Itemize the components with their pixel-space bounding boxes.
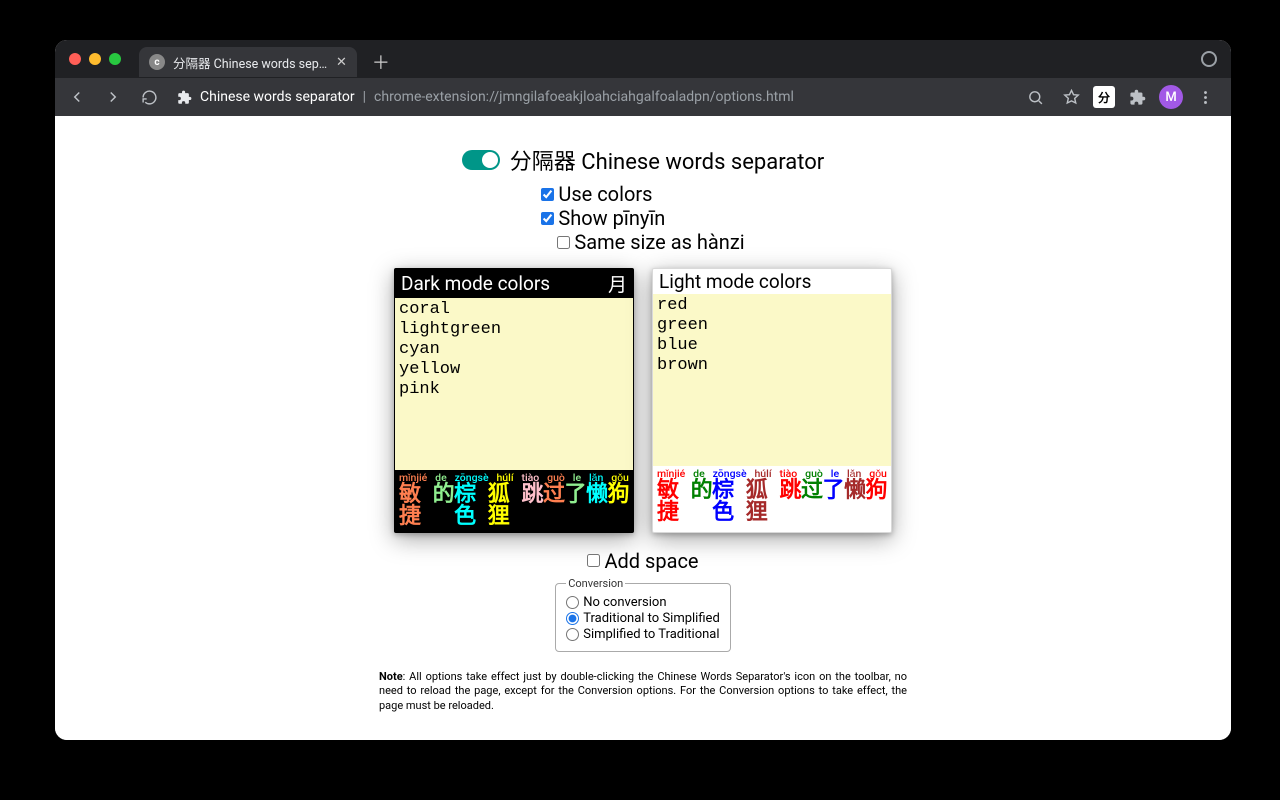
hanzi-seg: 狐狸: [746, 480, 780, 524]
extension-icon: [177, 90, 192, 105]
hanzi-seg: 跳: [779, 480, 801, 524]
show-pinyin-label: Show pīnyīn: [558, 206, 665, 230]
note-paragraph: Note: All options take effect just by do…: [379, 670, 907, 715]
conversion-none-radio[interactable]: [566, 596, 579, 609]
hanzi-seg: 狗: [866, 480, 888, 524]
conversion-none-label: No conversion: [583, 595, 666, 610]
bookmark-icon[interactable]: [1057, 83, 1085, 111]
hanzi-seg: 过: [801, 480, 823, 524]
forward-button[interactable]: [99, 83, 127, 111]
conversion-none-row[interactable]: No conversion: [566, 595, 720, 610]
conversion-fieldset: Conversion No conversion Traditional to …: [555, 577, 731, 652]
search-icon[interactable]: [1021, 83, 1049, 111]
note-label: Note: [379, 670, 403, 683]
same-size-checkbox[interactable]: [557, 236, 570, 249]
conversion-t2s-row[interactable]: Traditional to Simplified: [566, 611, 720, 626]
cws-extension-icon[interactable]: 分: [1093, 86, 1115, 108]
toolbar: Chinese words separator | chrome-extensi…: [55, 78, 1231, 116]
same-size-label: Same size as hànzi: [574, 230, 744, 254]
hanzi-seg: 敏捷: [399, 484, 433, 528]
tab-favicon: c: [149, 54, 165, 70]
dark-preview: mǐnjié de zōngsè húlí tiào guò le lǎn gǒ…: [395, 470, 633, 532]
hanzi-seg: 了: [564, 484, 586, 528]
hanzi-seg: 狐狸: [488, 484, 522, 528]
hanzi-seg: 狗: [608, 484, 630, 528]
conversion-legend: Conversion: [566, 577, 625, 590]
extensions-icon[interactable]: [1123, 83, 1151, 111]
hanzi-seg: 了: [822, 480, 844, 524]
note-text: : All options take effect just by double…: [379, 670, 907, 713]
light-preview: mǐnjié de zōngsè húlí tiào guò le lǎn gǒ…: [653, 466, 891, 528]
main-toggle-row: 分隔器 Chinese words separator: [462, 144, 824, 176]
reload-button[interactable]: [135, 83, 163, 111]
show-pinyin-checkbox[interactable]: [541, 212, 554, 225]
kebab-menu-icon[interactable]: [1191, 83, 1219, 111]
tab-bar: c 分隔器 Chinese words separator ✕ ＋: [55, 40, 1231, 78]
close-tab-icon[interactable]: ✕: [336, 55, 347, 70]
add-space-row[interactable]: Add space: [587, 549, 698, 573]
hanzi-seg: 懒: [586, 484, 608, 528]
same-size-row[interactable]: Same size as hànzi: [557, 230, 744, 254]
conversion-s2t-row[interactable]: Simplified to Traditional: [566, 627, 720, 642]
new-tab-button[interactable]: ＋: [369, 50, 393, 74]
page-content: 分隔器 Chinese words separator Use colors S…: [55, 116, 1231, 740]
hanzi-seg: 懒: [844, 480, 866, 524]
tab-search-button[interactable]: [1201, 51, 1217, 67]
toolbar-right: 分 M: [1021, 83, 1223, 111]
hanzi-seg: 的: [691, 480, 713, 524]
window-controls: [69, 53, 121, 65]
hanzi-seg: 敏捷: [657, 480, 691, 524]
page-url: chrome-extension://jmngilafoeakjloahciah…: [374, 89, 794, 105]
extension-name: Chinese words separator: [200, 89, 355, 105]
hanzi-seg: 的: [433, 484, 455, 528]
hanzi-seg: 棕色: [454, 484, 488, 528]
browser-window: c 分隔器 Chinese words separator ✕ ＋ Chines…: [55, 40, 1231, 740]
use-colors-label: Use colors: [558, 182, 652, 206]
back-button[interactable]: [63, 83, 91, 111]
dark-mode-badge: 月: [608, 270, 627, 297]
close-window-button[interactable]: [69, 53, 81, 65]
tab-title: 分隔器 Chinese words separator: [173, 53, 328, 72]
light-colors-input[interactable]: [653, 294, 891, 466]
show-pinyin-row[interactable]: Show pīnyīn: [541, 206, 665, 230]
url-separator: |: [363, 89, 366, 105]
conversion-t2s-radio[interactable]: [566, 612, 579, 625]
maximize-window-button[interactable]: [109, 53, 121, 65]
color-panels: Dark mode colors 月 mǐnjié de zōngsè húlí…: [394, 268, 892, 533]
hanzi-seg: 棕色: [712, 480, 746, 524]
add-space-checkbox[interactable]: [587, 554, 600, 567]
light-mode-panel: Light mode colors mǐnjié de zōngsè húlí …: [652, 268, 892, 533]
page-title: 分隔器 Chinese words separator: [510, 144, 824, 176]
conversion-t2s-label: Traditional to Simplified: [583, 611, 720, 626]
browser-tab[interactable]: c 分隔器 Chinese words separator ✕: [139, 47, 357, 77]
address-bar[interactable]: Chinese words separator | chrome-extensi…: [177, 89, 794, 105]
dark-mode-panel: Dark mode colors 月 mǐnjié de zōngsè húlí…: [394, 268, 634, 533]
conversion-s2t-radio[interactable]: [566, 628, 579, 641]
hanzi-seg: 过: [543, 484, 565, 528]
hanzi-seg: 跳: [521, 484, 543, 528]
options-group: Use colors Show pīnyīn Same size as hànz…: [541, 182, 744, 254]
light-mode-title: Light mode colors: [659, 270, 811, 293]
minimize-window-button[interactable]: [89, 53, 101, 65]
conversion-s2t-label: Simplified to Traditional: [583, 627, 719, 642]
profile-avatar[interactable]: M: [1159, 85, 1183, 109]
dark-mode-title: Dark mode colors: [401, 272, 550, 295]
add-space-label: Add space: [604, 549, 698, 573]
master-toggle[interactable]: [462, 150, 500, 170]
use-colors-checkbox[interactable]: [541, 188, 554, 201]
dark-colors-input[interactable]: [395, 298, 633, 470]
use-colors-row[interactable]: Use colors: [541, 182, 652, 206]
